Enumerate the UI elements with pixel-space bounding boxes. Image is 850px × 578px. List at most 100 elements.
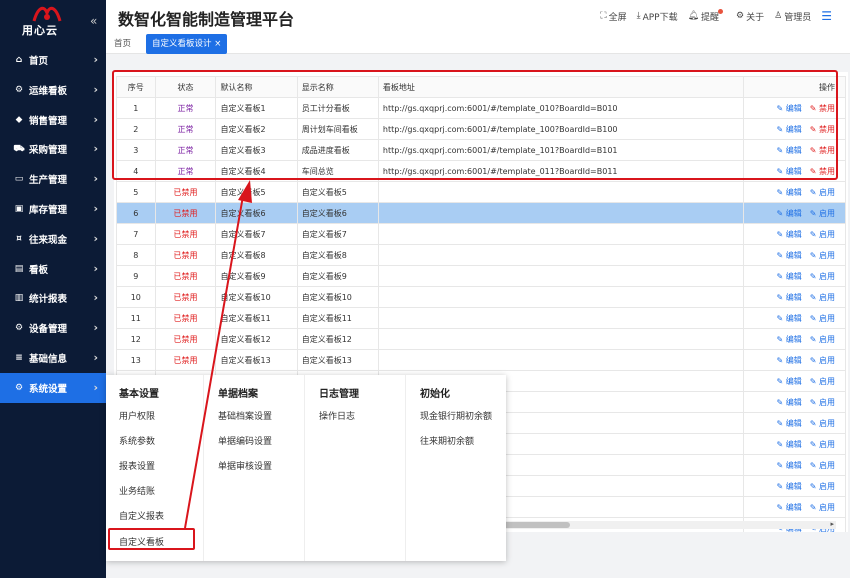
sidebar-item-label: 往来现金: [29, 234, 68, 246]
enable-icon: ✎: [809, 397, 817, 407]
fullscreen-button[interactable]: ⛶ 全屏: [600, 10, 626, 23]
edit-button[interactable]: ✎ 编辑: [777, 335, 802, 344]
table-row[interactable]: 8 已禁用 自定义看板8 自定义看板8 ✎ 编辑 ✎ 启用: [116, 244, 846, 266]
top-actions: ⛶ 全屏 ⤓ APP下载 🔔︎ 提醒 ⚙ 关于 ♙ 管理员 ☰: [600, 8, 832, 23]
sidebar-item-1[interactable]: ⚙ 运维看板 ›: [0, 75, 106, 105]
menu-item-archive-settings[interactable]: 基础档案设置: [218, 409, 272, 422]
table-row[interactable]: 11 已禁用 自定义看板11 自定义看板11 ✎ 编辑 ✎ 启用: [116, 307, 846, 329]
edit-label: 编辑: [785, 229, 802, 239]
menu-item-cash-opening[interactable]: 现金银行期初余额: [420, 409, 492, 422]
menu-item-code-settings[interactable]: 单据编码设置: [218, 434, 272, 447]
tab-custom-board-design[interactable]: 自定义看板设计 ×: [146, 34, 228, 54]
edit-button[interactable]: ✎ 编辑: [777, 251, 802, 260]
edit-button[interactable]: ✎ 编辑: [777, 188, 802, 197]
remind-button[interactable]: 🔔︎ 提醒: [688, 8, 726, 23]
edit-button[interactable]: ✎ 编辑: [777, 398, 802, 407]
sidebar-item-0[interactable]: ⌂ 首页 ›: [0, 45, 106, 75]
app-download-button[interactable]: ⤓ APP下载: [637, 10, 678, 23]
enable-button[interactable]: ✎ 启用: [810, 398, 835, 407]
collapse-sidebar-icon[interactable]: «: [90, 14, 97, 28]
enable-button[interactable]: ✎ 启用: [810, 377, 835, 386]
tab-home[interactable]: 首页: [114, 34, 131, 54]
menu-item-user-permission[interactable]: 用户权限: [119, 409, 155, 422]
sidebar-item-9[interactable]: ⚙ 设备管理 ›: [0, 313, 106, 343]
edit-button[interactable]: ✎ 编辑: [777, 209, 802, 218]
enable-button[interactable]: ✎ 启用: [810, 482, 835, 491]
edit-button[interactable]: ✎ 编辑: [777, 377, 802, 386]
menu-item-system-params[interactable]: 系统参数: [119, 434, 155, 447]
enable-icon: ✎: [809, 313, 817, 323]
edit-button[interactable]: ✎ 编辑: [777, 503, 802, 512]
enable-icon: ✎: [809, 187, 817, 197]
edit-button[interactable]: ✎ 编辑: [777, 272, 802, 281]
edit-button[interactable]: ✎ 编辑: [777, 461, 802, 470]
edit-button[interactable]: ✎ 编辑: [777, 419, 802, 428]
user-label: 管理员: [784, 12, 812, 23]
toggle-label: 启用: [819, 187, 835, 197]
sidebar-item-8[interactable]: ▥ 统计报表 ›: [0, 283, 106, 313]
pencil-icon: ✎: [776, 313, 784, 323]
table-row[interactable]: 7 已禁用 自定义看板7 自定义看板7 ✎ 编辑 ✎ 启用: [116, 223, 846, 245]
edit-button[interactable]: ✎ 编辑: [777, 440, 802, 449]
enable-button[interactable]: ✎ 启用: [810, 251, 835, 260]
sidebar-item-7[interactable]: ▤ 看板 ›: [0, 254, 106, 284]
enable-button[interactable]: ✎ 启用: [810, 440, 835, 449]
enable-icon: ✎: [809, 502, 817, 512]
cell-no: 5: [116, 181, 156, 203]
sidebar-item-11[interactable]: ⚙ 系统设置 ›: [0, 372, 106, 403]
menu-item-report-settings[interactable]: 报表设置: [119, 459, 155, 472]
user-button[interactable]: ♙ 管理员: [774, 10, 811, 23]
edit-button[interactable]: ✎ 编辑: [777, 230, 802, 239]
table-row[interactable]: 12 已禁用 自定义看板12 自定义看板12 ✎ 编辑 ✎ 启用: [116, 328, 846, 350]
enable-button[interactable]: ✎ 启用: [810, 272, 835, 281]
edit-button[interactable]: ✎ 编辑: [777, 356, 802, 365]
sidebar-item-6[interactable]: ¤ 往来现金 ›: [0, 224, 106, 254]
enable-button[interactable]: ✎ 启用: [810, 461, 835, 470]
chevron-right-icon: ›: [93, 53, 98, 66]
menu-item-closing[interactable]: 业务结账: [119, 484, 155, 497]
enable-button[interactable]: ✎ 启用: [810, 293, 835, 302]
cell-default-name: 自定义看板7: [215, 223, 298, 245]
table-row[interactable]: 10 已禁用 自定义看板10 自定义看板10 ✎ 编辑 ✎ 启用: [116, 286, 846, 308]
enable-button[interactable]: ✎ 启用: [810, 209, 835, 218]
menu-item-ar-opening[interactable]: 往来期初余额: [420, 434, 474, 447]
sidebar-item-10[interactable]: ≡ 基础信息 ›: [0, 343, 106, 373]
sidebar-item-3[interactable]: ⛟ 采购管理 ›: [0, 134, 106, 164]
chevron-right-icon: ›: [93, 202, 98, 215]
enable-button[interactable]: ✎ 启用: [810, 188, 835, 197]
menu-item-audit-settings[interactable]: 单据审核设置: [218, 459, 272, 472]
enable-button[interactable]: ✎ 启用: [810, 335, 835, 344]
pencil-icon: ✎: [776, 460, 784, 470]
edit-button[interactable]: ✎ 编辑: [777, 293, 802, 302]
cell-url: [377, 265, 745, 287]
sidebar-item-2[interactable]: ⬥ 销售管理 ›: [0, 105, 106, 135]
enable-button[interactable]: ✎ 启用: [810, 314, 835, 323]
menu-item-operation-log[interactable]: 操作日志: [319, 409, 355, 422]
sidebar-item-5[interactable]: ▣ 库存管理 ›: [0, 194, 106, 224]
sidebar-item-label: 看板: [29, 264, 49, 276]
table-row[interactable]: 9 已禁用 自定义看板9 自定义看板9 ✎ 编辑 ✎ 启用: [116, 265, 846, 287]
table-row[interactable]: 13 已禁用 自定义看板13 自定义看板13 ✎ 编辑 ✎ 启用: [116, 349, 846, 371]
enable-button[interactable]: ✎ 启用: [810, 356, 835, 365]
enable-icon: ✎: [809, 229, 817, 239]
edit-button[interactable]: ✎ 编辑: [777, 482, 802, 491]
enable-button[interactable]: ✎ 启用: [810, 230, 835, 239]
about-button[interactable]: ⚙ 关于: [736, 10, 764, 23]
enable-button[interactable]: ✎ 启用: [810, 503, 835, 512]
sidebar-item-label: 采购管理: [29, 145, 68, 157]
sidebar-item-label: 系统设置: [29, 383, 68, 395]
menu-icon[interactable]: ☰: [821, 9, 832, 23]
enable-button[interactable]: ✎ 启用: [810, 419, 835, 428]
table-row[interactable]: 5 已禁用 自定义看板5 自定义看板5 ✎ 编辑 ✎ 启用: [116, 181, 846, 203]
scroll-right-icon[interactable]: ▸: [830, 520, 834, 528]
close-tab-icon[interactable]: ×: [214, 39, 221, 49]
cell-url: [377, 286, 745, 308]
table-row[interactable]: 6 已禁用 自定义看板6 自定义看板6 ✎ 编辑 ✎ 启用: [116, 202, 846, 224]
sidebar-item-label: 统计报表: [29, 294, 68, 306]
chevron-right-icon: ›: [93, 291, 98, 305]
cell-url: [377, 202, 745, 224]
edit-button[interactable]: ✎ 编辑: [777, 314, 802, 323]
sidebar-item-4[interactable]: ▭ 生产管理 ›: [0, 164, 106, 194]
cell-display-name: 自定义看板11: [296, 307, 379, 329]
menu-item-custom-report[interactable]: 自定义报表: [119, 509, 164, 522]
